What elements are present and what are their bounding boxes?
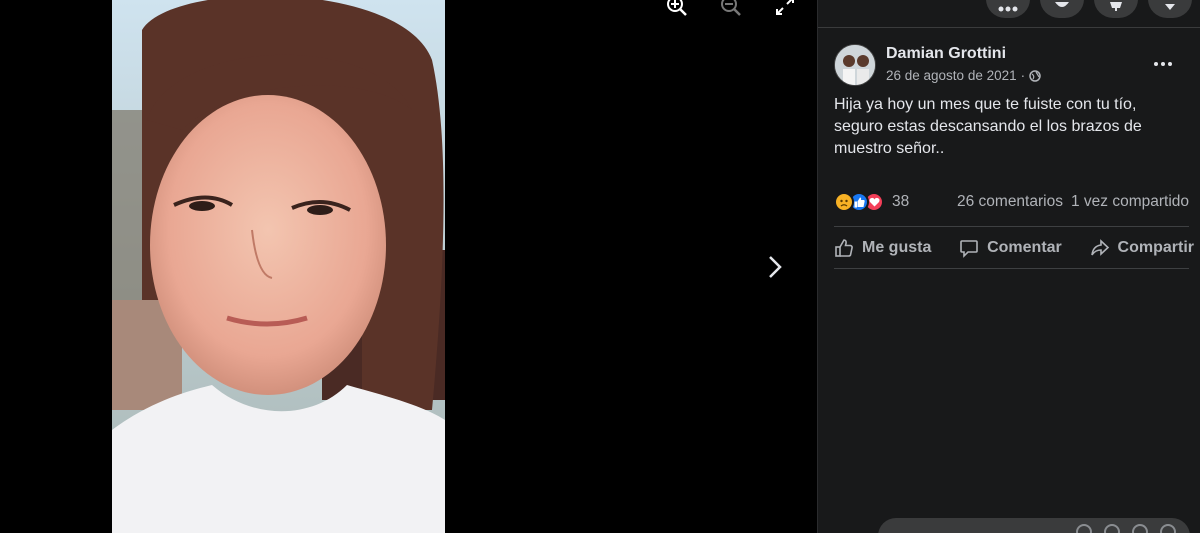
comment-label: Comentar: [987, 239, 1062, 256]
post-header: Damian Grottini 26 de agosto de 2021 ·: [834, 44, 1041, 86]
avatar[interactable]: [834, 44, 876, 86]
post-photo[interactable]: [112, 0, 445, 533]
thumbs-up-icon: [835, 239, 853, 257]
comment-icon: [960, 240, 978, 258]
share-icon: [1090, 239, 1109, 256]
reaction-count[interactable]: 38: [892, 193, 909, 211]
messenger-icon: [1055, 2, 1069, 7]
gif-icon[interactable]: [1132, 524, 1148, 533]
photo-image: [112, 0, 445, 533]
share-button[interactable]: Compartir: [1086, 232, 1198, 264]
comment-button[interactable]: Comentar: [955, 232, 1066, 264]
sad-reaction-icon: [834, 192, 854, 212]
photo-viewer: [0, 0, 817, 533]
top-actions: [986, 0, 1192, 18]
post-stats: 26 comentarios 1 vez compartido: [957, 193, 1189, 211]
messenger-button[interactable]: [1040, 0, 1084, 18]
emoji-icon[interactable]: [1076, 524, 1092, 533]
viewer-toolbar: [665, 0, 797, 18]
post-actions: Me gusta Comentar Compartir: [830, 232, 1198, 264]
globe-icon: [1029, 69, 1041, 82]
account-button[interactable]: [1148, 0, 1192, 18]
divider: [818, 27, 1200, 28]
divider: [834, 268, 1189, 269]
divider: [834, 226, 1189, 227]
zoom-out-icon[interactable]: [719, 0, 743, 18]
zoom-in-icon[interactable]: [665, 0, 689, 18]
bell-icon: [1110, 2, 1122, 11]
post-date[interactable]: 26 de agosto de 2021: [886, 68, 1017, 83]
separator-dot: ·: [1020, 68, 1026, 83]
post-options-button[interactable]: [1148, 54, 1178, 74]
comments-count[interactable]: 26 comentarios: [957, 193, 1063, 211]
fullscreen-icon[interactable]: [773, 0, 797, 18]
notifications-button[interactable]: [1094, 0, 1138, 18]
like-button[interactable]: Me gusta: [830, 232, 935, 264]
post-meta: Damian Grottini 26 de agosto de 2021 ·: [886, 45, 1041, 83]
reaction-icons[interactable]: [834, 192, 884, 212]
sticker-icon[interactable]: [1160, 524, 1176, 533]
share-label: Compartir: [1117, 239, 1194, 256]
reactions-row: 38 26 comentarios 1 vez compartido: [834, 192, 1189, 212]
like-label: Me gusta: [862, 239, 932, 256]
shares-count[interactable]: 1 vez compartido: [1071, 193, 1189, 211]
author-name[interactable]: Damian Grottini: [886, 45, 1041, 63]
menu-button[interactable]: [986, 0, 1030, 18]
date-row: 26 de agosto de 2021 ·: [886, 68, 1041, 83]
next-photo-button[interactable]: [760, 250, 790, 284]
comment-input[interactable]: [878, 518, 1190, 533]
chevron-right-icon: [769, 256, 782, 278]
post-text: Hija ya hoy un mes que te fuiste con tu …: [834, 96, 1142, 157]
more-icon: [998, 6, 1018, 12]
chevron-down-icon: [1165, 4, 1175, 10]
camera-icon[interactable]: [1104, 524, 1120, 533]
more-icon: [1154, 62, 1172, 66]
post-panel: Damian Grottini 26 de agosto de 2021 · H…: [817, 0, 1200, 533]
